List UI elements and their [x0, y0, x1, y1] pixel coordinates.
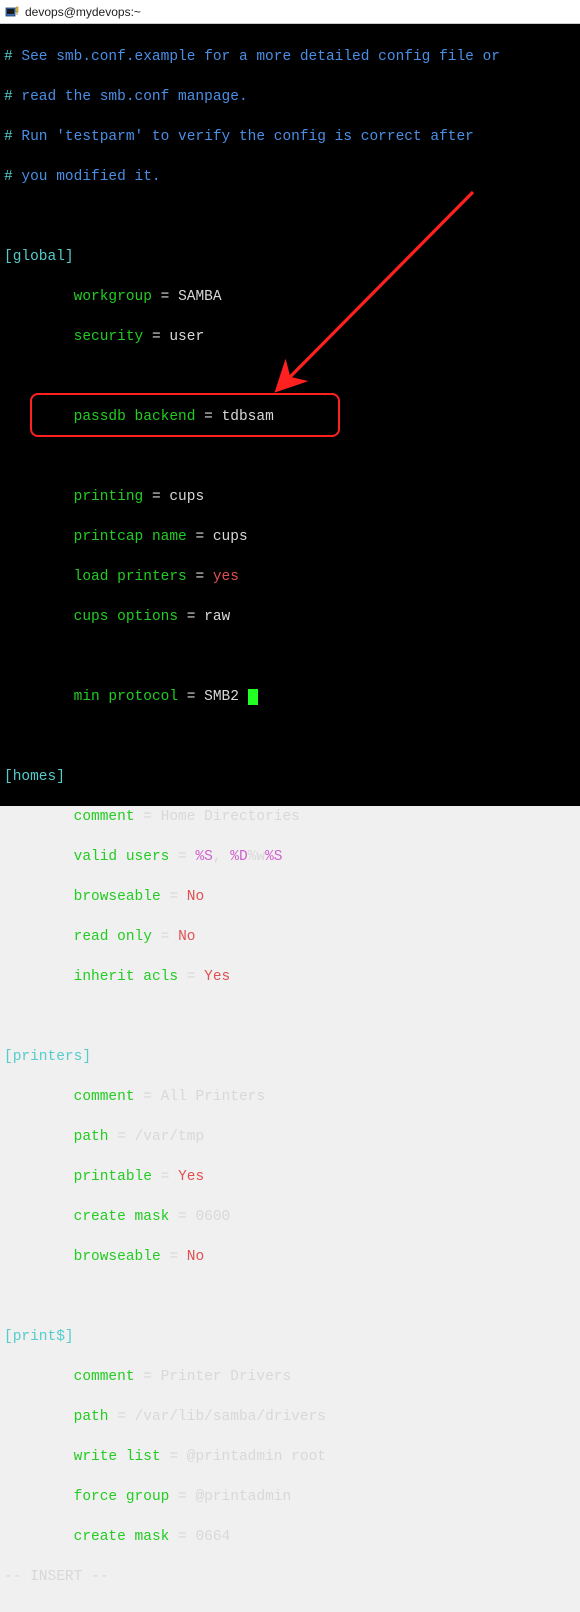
blank-line [4, 367, 576, 387]
kv-printing: printing = cups [4, 487, 576, 507]
kv-workgroup: workgroup = SAMBA [4, 287, 576, 307]
kv-cupsopts: cups options = raw [4, 607, 576, 627]
kv-loadprinters: load printers = yes [4, 567, 576, 587]
blank-line [4, 447, 576, 467]
cursor [248, 689, 258, 705]
kv-comment: comment = Home Directories [4, 807, 576, 827]
kv-security: security = user [4, 327, 576, 347]
blank-line [4, 1007, 576, 1027]
vim-mode: -- INSERT -- [4, 1567, 576, 1587]
kv-inherit: inherit acls = Yes [4, 967, 576, 987]
comment-line: # you modified it. [4, 167, 576, 187]
blank-line [4, 647, 576, 667]
kv-minprotocol: min protocol = SMB2 [4, 687, 576, 707]
kv-printcap: printcap name = cups [4, 527, 576, 547]
kv-passdb: passdb backend = tdbsam [4, 407, 576, 427]
section-homes: [homes] [4, 767, 576, 787]
kv-path: path = /var/tmp [4, 1127, 576, 1147]
kv-createmask: create mask = 0600 [4, 1207, 576, 1227]
kv-createmask: create mask = 0664 [4, 1527, 576, 1547]
window-title: devops@mydevops:~ [25, 5, 141, 19]
kv-forcegroup: force group = @printadmin [4, 1487, 576, 1507]
comment-line: # Run 'testparm' to verify the config is… [4, 127, 576, 147]
kv-validusers: valid users = %S, %D%w%S [4, 847, 576, 867]
kv-browseable: browseable = No [4, 1247, 576, 1267]
section-printers: [printers] [4, 1047, 576, 1067]
kv-browseable: browseable = No [4, 887, 576, 907]
kv-writelist: write list = @printadmin root [4, 1447, 576, 1467]
kv-comment: comment = Printer Drivers [4, 1367, 576, 1387]
kv-path: path = /var/lib/samba/drivers [4, 1407, 576, 1427]
putty-icon [4, 4, 20, 20]
blank-line [4, 207, 576, 227]
kv-readonly: read only = No [4, 927, 576, 947]
comment-line: # read the smb.conf manpage. [4, 87, 576, 107]
comment-line: # See smb.conf.example for a more detail… [4, 47, 576, 67]
blank-line [4, 727, 576, 747]
section-print-dollar: [print$] [4, 1327, 576, 1347]
window-titlebar: devops@mydevops:~ [0, 0, 580, 24]
kv-comment: comment = All Printers [4, 1087, 576, 1107]
section-global: [global] [4, 247, 576, 267]
kv-printable: printable = Yes [4, 1167, 576, 1187]
blank-line [4, 1287, 576, 1307]
terminal-editor[interactable]: # See smb.conf.example for a more detail… [0, 24, 580, 806]
